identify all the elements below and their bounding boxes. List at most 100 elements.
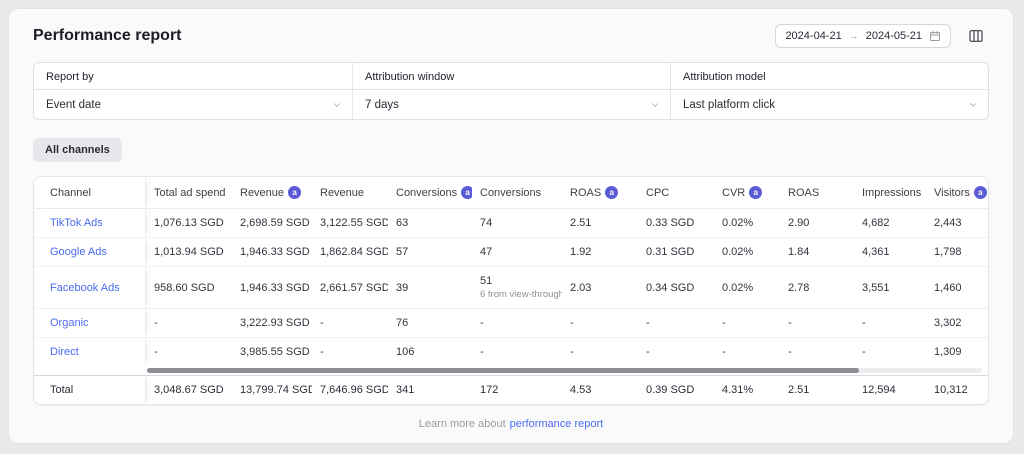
- attributed-badge-icon: a: [288, 186, 302, 199]
- chevron-down-icon: [332, 100, 342, 110]
- cell: -: [480, 317, 484, 329]
- cell: 0.02%: [722, 281, 754, 294]
- page-title: Performance report: [33, 27, 182, 44]
- filter-attribution-model-value: Last platform click: [683, 98, 776, 111]
- table-header-row: Channel Total ad spend Revenue a Revenue Conv…: [34, 177, 988, 209]
- channel-cell: Direct: [34, 338, 146, 366]
- cell: 3,551: [862, 281, 890, 294]
- scrollbar-thumb[interactable]: [147, 368, 859, 373]
- channel-cell: Organic: [34, 309, 146, 337]
- column-header-roas-9: ROAS: [788, 186, 820, 199]
- chevron-down-icon: [650, 100, 660, 110]
- cell: -: [154, 317, 158, 329]
- cell: -: [722, 346, 726, 358]
- cell: 2,698.59 SGD: [240, 217, 310, 229]
- filter-attribution-window-select[interactable]: 7 days: [353, 89, 670, 119]
- cell: 74: [480, 217, 493, 229]
- channel-link-facebook-ads[interactable]: Facebook Ads: [50, 282, 120, 294]
- cell: -: [480, 346, 484, 358]
- column-header-impressions-10: Impressions: [862, 186, 922, 199]
- cell: 39: [396, 281, 409, 294]
- footer: Learn more about performance report: [9, 418, 1013, 430]
- performance-report-link[interactable]: performance report: [510, 418, 604, 430]
- cell: 1,946.33 SGD: [240, 281, 310, 294]
- cell: 0.34 SGD: [646, 281, 695, 294]
- cell: -: [862, 317, 866, 329]
- cell: 341: [396, 384, 415, 396]
- column-header-cvr-8: CVR a: [714, 177, 780, 208]
- cell: 958.60 SGD: [154, 281, 215, 294]
- columns-view-button[interactable]: [963, 23, 989, 49]
- cell: 3,122.55 SGD: [320, 217, 388, 229]
- date-start: 2024-04-21: [785, 30, 842, 42]
- column-header-revenue-3: Revenue: [320, 186, 365, 199]
- filter-attribution-window-value: 7 days: [365, 98, 399, 111]
- cell: 4.53: [570, 384, 592, 396]
- cell: 3,302: [934, 317, 962, 329]
- all-channels-chip[interactable]: All channels: [33, 138, 122, 162]
- cell: 3,048.67 SGD: [154, 384, 224, 396]
- attributed-badge-icon: a: [973, 186, 987, 199]
- calendar-icon: [929, 30, 941, 42]
- filter-attribution-model-select[interactable]: Last platform click: [671, 89, 988, 119]
- cell: 1,798: [934, 246, 962, 258]
- performance-table: Channel Total ad spend Revenue a Revenue Conv…: [33, 176, 989, 405]
- cell: 1,862.84 SGD: [320, 246, 388, 258]
- filter-report-by-select[interactable]: Event date: [34, 89, 352, 119]
- cell: 1,946.33 SGD: [240, 246, 310, 258]
- table-row-google-ads: Google Ads 1,013.94 SGD 1,946.33 SGD 1,862.…: [34, 238, 988, 267]
- channel-cell: Google Ads: [34, 238, 146, 266]
- cell: 2.51: [570, 217, 592, 229]
- attributed-badge-icon: a: [461, 186, 472, 199]
- horizontal-scrollbar[interactable]: [34, 366, 988, 375]
- cell: 2,443: [934, 217, 962, 229]
- cell: 0.39 SGD: [646, 384, 695, 396]
- filter-attribution-window-label: Attribution window: [365, 71, 455, 83]
- table-row-organic: Organic -3,222.93 SGD -76- - - - - -3,302: [34, 309, 988, 338]
- date-range-picker[interactable]: 2024-04-21 → 2024-05-21: [775, 24, 951, 48]
- filter-report-by-value: Event date: [46, 98, 101, 111]
- cell: 2.78: [788, 281, 810, 294]
- cell: 12,594: [862, 384, 896, 396]
- cell: 1.92: [570, 246, 592, 258]
- attributed-badge-icon: a: [749, 186, 763, 199]
- cell: -: [862, 346, 866, 358]
- cell: -: [154, 346, 158, 358]
- cell: 1,076.13 SGD: [154, 217, 224, 229]
- arrow-right-icon: →: [848, 30, 859, 42]
- attributed-badge-icon: a: [605, 186, 619, 199]
- filter-attribution-model-label: Attribution model: [683, 71, 766, 83]
- filter-report-by: Report by Event date: [34, 63, 352, 119]
- table-body: TikTok Ads 1,076.13 SGD 2,698.59 SGD 3,122.…: [34, 209, 988, 366]
- channel-link-direct[interactable]: Direct: [50, 346, 79, 358]
- cell: -: [570, 346, 574, 358]
- cell: -: [788, 317, 792, 329]
- header-controls: 2024-04-21 → 2024-05-21: [775, 23, 989, 49]
- cell: 0.02%: [722, 246, 754, 258]
- channel-link-tiktok-ads[interactable]: TikTok Ads: [50, 217, 103, 229]
- cell: -: [722, 317, 726, 329]
- report-card: Performance report 2024-04-21 → 2024-05-…: [8, 8, 1014, 444]
- column-header-conversions-4: Conversions a: [388, 177, 472, 208]
- channel-link-organic[interactable]: Organic: [50, 317, 89, 329]
- cell: 13,799.74 SGD: [240, 384, 312, 396]
- channel-cell: Total: [34, 376, 146, 404]
- cell: 0.02%: [722, 217, 754, 229]
- table-columns-icon: [968, 28, 984, 44]
- cell: -: [788, 346, 792, 358]
- channel-cell: Facebook Ads: [34, 267, 146, 308]
- table-row-tiktok-ads: TikTok Ads 1,076.13 SGD 2,698.59 SGD 3,122.…: [34, 209, 988, 238]
- cell: 76: [396, 317, 409, 329]
- filter-attribution-window: Attribution window 7 days: [352, 63, 670, 119]
- cell: -: [570, 317, 574, 329]
- channel-link-google-ads[interactable]: Google Ads: [50, 246, 107, 258]
- filters-bar: Report by Event date Attribution window …: [33, 62, 989, 120]
- cell: 4,682: [862, 217, 890, 229]
- column-header-visitors-11: Visitors a: [926, 177, 988, 208]
- filter-report-by-label: Report by: [46, 71, 94, 83]
- cell: 63: [396, 217, 409, 229]
- cell: 1,013.94 SGD: [154, 246, 224, 258]
- cell: 57: [396, 246, 409, 258]
- cell: 7,646.96 SGD: [320, 384, 388, 396]
- table-total-row: Total 3,048.67 SGD 13,799.74 SGD 7,646.96 S…: [34, 375, 988, 404]
